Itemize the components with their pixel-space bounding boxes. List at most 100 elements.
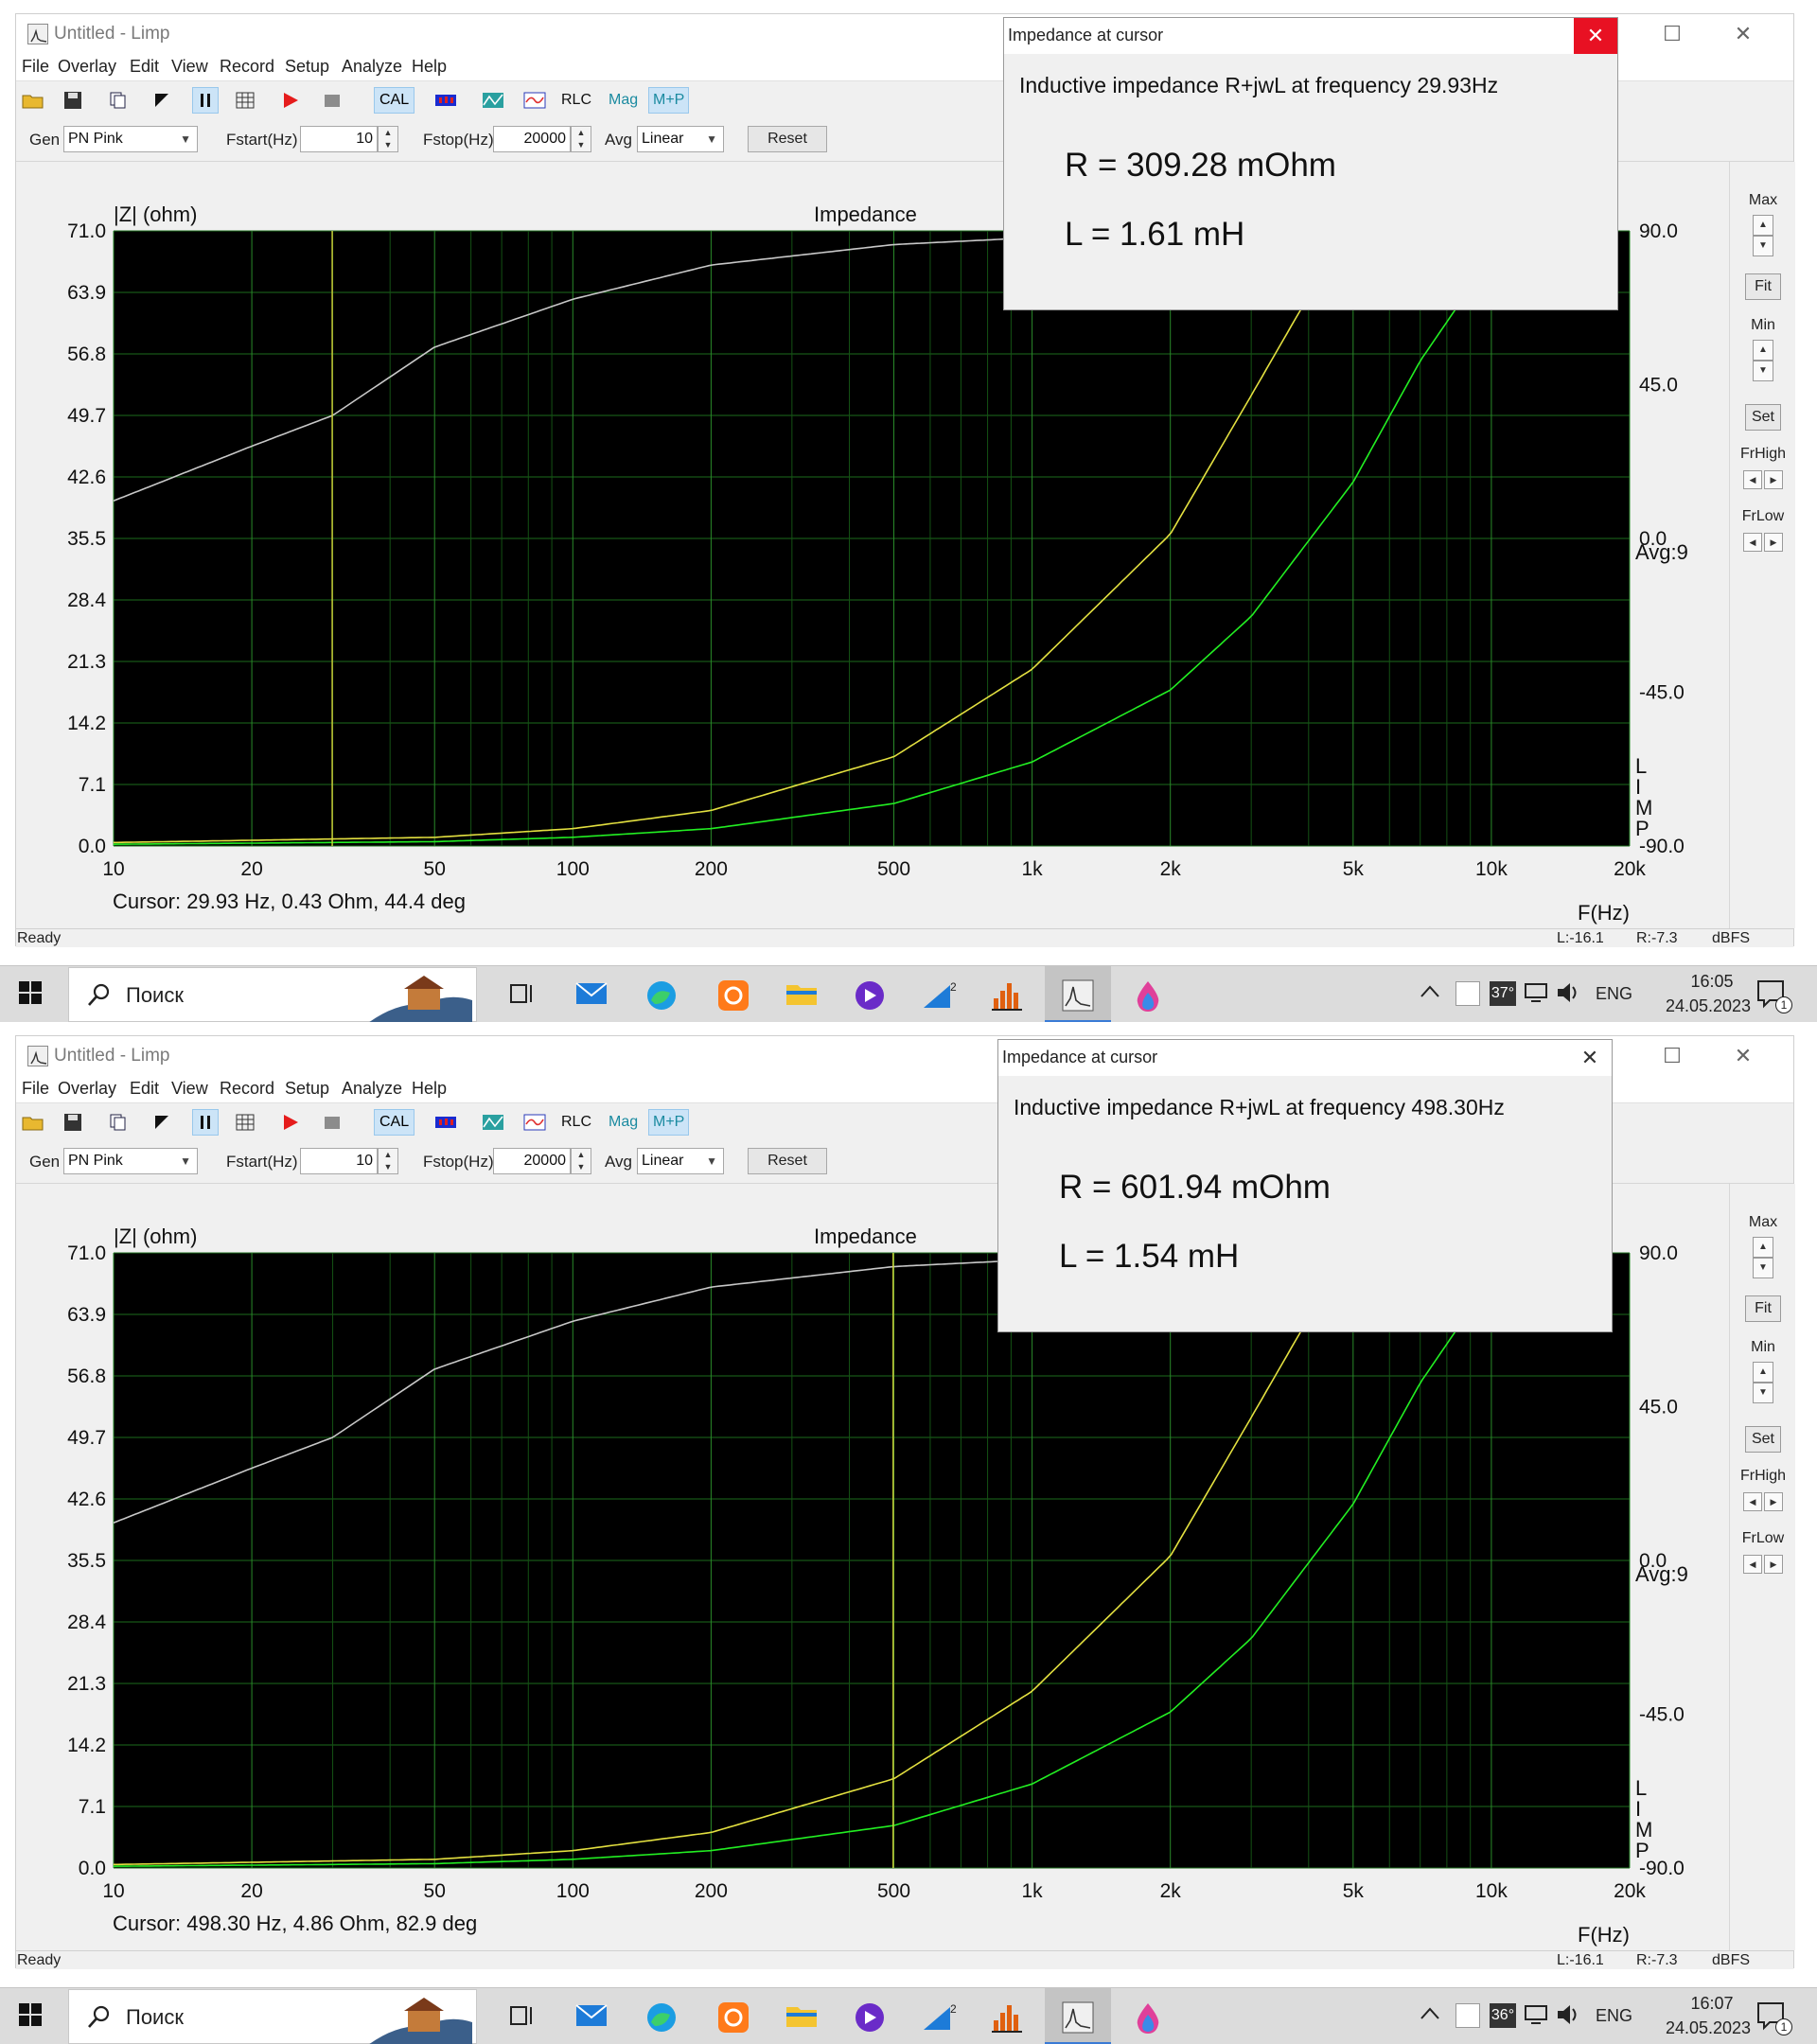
- menu-file[interactable]: File: [22, 1079, 49, 1099]
- limp-taskbar-icon[interactable]: [1045, 966, 1111, 1022]
- language-indicator[interactable]: ENG: [1596, 2006, 1632, 2044]
- dialog-close-icon[interactable]: ✕: [1568, 1040, 1612, 1076]
- volume-icon[interactable]: [1556, 981, 1582, 1022]
- bars-icon[interactable]: [432, 87, 459, 114]
- rlc-button[interactable]: RLC: [561, 87, 591, 114]
- min-down-button[interactable]: ▼: [1753, 361, 1773, 381]
- copy-icon[interactable]: [105, 1109, 132, 1136]
- waveform-icon[interactable]: [480, 87, 506, 114]
- menu-setup[interactable]: Setup: [285, 57, 329, 77]
- spectrum-analyzer-icon[interactable]: [975, 1988, 1041, 2044]
- uc-browser-icon[interactable]: [700, 966, 767, 1022]
- color-drop-icon[interactable]: [1115, 966, 1181, 1022]
- menu-file[interactable]: File: [22, 57, 49, 77]
- gen-dropdown[interactable]: PN Pink ▼: [63, 1148, 198, 1174]
- fstop-input[interactable]: 20000: [493, 1148, 571, 1174]
- frlow-left-button[interactable]: ◀: [1743, 533, 1762, 552]
- menu-record[interactable]: Record: [220, 57, 274, 77]
- close-window-button[interactable]: ✕: [1710, 14, 1776, 54]
- play-icon[interactable]: [277, 1109, 304, 1136]
- frlow-left-button[interactable]: ◀: [1743, 1555, 1762, 1574]
- menu-record[interactable]: Record: [220, 1079, 274, 1099]
- tray-chevron-up-icon[interactable]: [1420, 2005, 1440, 2044]
- reset-button[interactable]: Reset: [748, 126, 827, 152]
- media-app-icon[interactable]: [837, 1988, 903, 2044]
- pen-app-icon[interactable]: 2: [905, 966, 971, 1022]
- taskbar-search-box[interactable]: Поиск: [68, 967, 477, 1022]
- set-button[interactable]: Set: [1745, 404, 1781, 431]
- mp-button[interactable]: M+P: [648, 87, 690, 114]
- spectrum-analyzer-icon[interactable]: [975, 966, 1041, 1022]
- tray-app-icon[interactable]: [1455, 981, 1480, 1006]
- notifications-icon[interactable]: 1: [1755, 978, 1792, 1022]
- fstop-spinner[interactable]: ▲ ▼: [571, 126, 591, 152]
- save-icon[interactable]: [60, 1109, 86, 1136]
- cal-button[interactable]: CAL: [374, 87, 415, 114]
- min-up-button[interactable]: ▲: [1753, 1362, 1773, 1383]
- open-folder-icon[interactable]: [20, 1109, 46, 1136]
- tray-chevron-up-icon[interactable]: [1420, 983, 1440, 1022]
- set-button[interactable]: Set: [1745, 1426, 1781, 1453]
- frhigh-right-button[interactable]: ▶: [1764, 1492, 1783, 1511]
- spectrum-icon[interactable]: [521, 87, 548, 114]
- menu-overlay[interactable]: Overlay: [58, 57, 116, 77]
- stop-icon[interactable]: [319, 1109, 345, 1136]
- max-down-button[interactable]: ▼: [1753, 236, 1773, 256]
- menu-analyze[interactable]: Analyze: [342, 57, 402, 77]
- menu-edit[interactable]: Edit: [130, 1079, 159, 1099]
- min-up-button[interactable]: ▲: [1753, 340, 1773, 361]
- frhigh-left-button[interactable]: ◀: [1743, 470, 1762, 489]
- grid-icon[interactable]: [232, 87, 258, 114]
- stop-icon[interactable]: [319, 87, 345, 114]
- windows-start-icon[interactable]: [0, 966, 66, 1022]
- fit-button[interactable]: Fit: [1745, 273, 1781, 300]
- arrow-icon[interactable]: [149, 1109, 175, 1136]
- min-down-button[interactable]: ▼: [1753, 1383, 1773, 1403]
- mag-button[interactable]: Mag: [609, 1109, 638, 1136]
- fit-button[interactable]: Fit: [1745, 1295, 1781, 1322]
- menu-edit[interactable]: Edit: [130, 57, 159, 77]
- dialog-title-bar[interactable]: Impedance at cursor ✕: [1004, 18, 1617, 54]
- edge-browser-icon[interactable]: [628, 966, 695, 1022]
- maximize-button[interactable]: ☐: [1639, 14, 1705, 54]
- arrow-icon[interactable]: [149, 87, 175, 114]
- file-explorer-icon[interactable]: [768, 1988, 835, 2044]
- mag-button[interactable]: Mag: [609, 87, 638, 114]
- fstart-input[interactable]: 10: [300, 126, 378, 152]
- pause-icon[interactable]: [192, 87, 219, 114]
- grid-icon[interactable]: [232, 1109, 258, 1136]
- menu-view[interactable]: View: [171, 1079, 208, 1099]
- waveform-icon[interactable]: [480, 1109, 506, 1136]
- edge-browser-icon[interactable]: [628, 1988, 695, 2044]
- reset-button[interactable]: Reset: [748, 1148, 827, 1174]
- notifications-icon[interactable]: 1: [1755, 2000, 1792, 2044]
- frlow-right-button[interactable]: ▶: [1764, 1555, 1783, 1574]
- menu-help[interactable]: Help: [412, 57, 447, 77]
- cal-button[interactable]: CAL: [374, 1109, 415, 1136]
- fstop-input[interactable]: 20000: [493, 126, 571, 152]
- avg-dropdown[interactable]: Linear ▼: [637, 1148, 724, 1174]
- clock-date[interactable]: 24.05.2023: [1647, 2018, 1770, 2044]
- maximize-button[interactable]: ☐: [1639, 1036, 1705, 1076]
- network-icon[interactable]: [1524, 981, 1550, 1022]
- frhigh-left-button[interactable]: ◀: [1743, 1492, 1762, 1511]
- menu-view[interactable]: View: [171, 57, 208, 77]
- taskbar-search-box[interactable]: Поиск: [68, 1989, 477, 2044]
- mp-button[interactable]: M+P: [648, 1109, 690, 1136]
- file-explorer-icon[interactable]: [768, 966, 835, 1022]
- network-icon[interactable]: [1524, 2003, 1550, 2044]
- spectrum-icon[interactable]: [521, 1109, 548, 1136]
- mail-icon[interactable]: [558, 966, 625, 1022]
- clock-date[interactable]: 24.05.2023: [1647, 996, 1770, 1022]
- save-icon[interactable]: [60, 87, 86, 114]
- mail-icon[interactable]: [558, 1988, 625, 2044]
- fstart-spinner[interactable]: ▲ ▼: [378, 126, 398, 152]
- windows-start-icon[interactable]: [0, 1988, 66, 2044]
- language-indicator[interactable]: ENG: [1596, 984, 1632, 1022]
- media-app-icon[interactable]: [837, 966, 903, 1022]
- task-view-icon[interactable]: [490, 1988, 556, 2044]
- uc-browser-icon[interactable]: [700, 1988, 767, 2044]
- avg-dropdown[interactable]: Linear ▼: [637, 126, 724, 152]
- gen-dropdown[interactable]: PN Pink ▼: [63, 126, 198, 152]
- menu-analyze[interactable]: Analyze: [342, 1079, 402, 1099]
